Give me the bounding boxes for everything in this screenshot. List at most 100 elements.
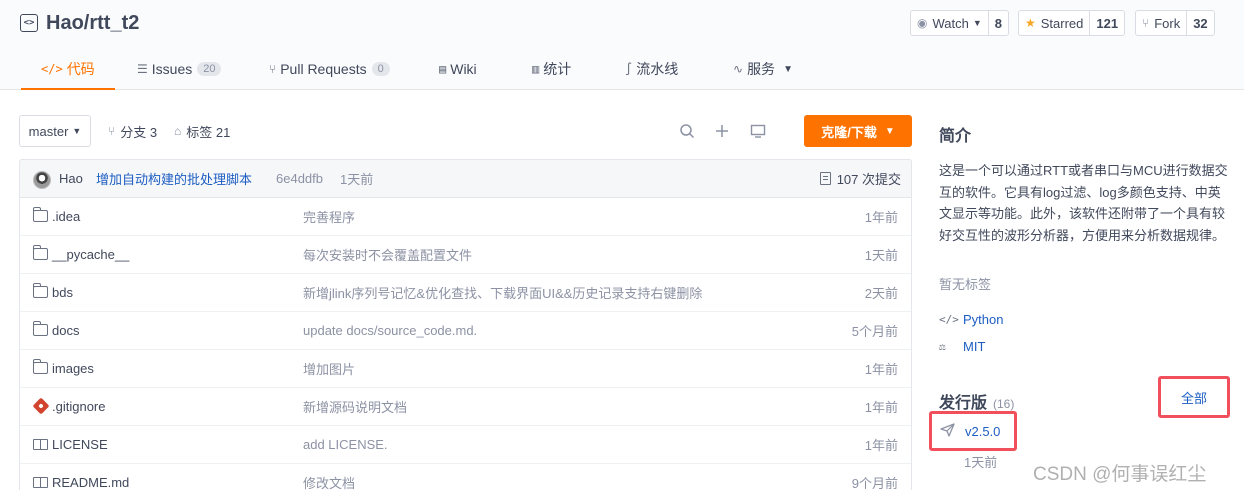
watch-count[interactable]: 8 [989, 11, 1008, 35]
clone-download-button[interactable]: 克隆/下载 ▼ [804, 115, 912, 147]
branch-label: master [28, 123, 69, 139]
star-count[interactable]: 121 [1090, 11, 1124, 35]
file-commit-message[interactable]: 新增jlink序列号记忆&优化查找、下载界面UI&&历史记录支持右键删除 [303, 283, 702, 302]
file-commit-message[interactable]: 每次安装时不会覆盖配置文件 [303, 245, 472, 264]
watch-label: Watch [932, 15, 969, 31]
code-repo-icon: <> [20, 14, 38, 32]
tab-issues[interactable]: ☰ Issues 20 [137, 48, 222, 90]
file-name[interactable]: LICENSE [52, 437, 108, 452]
commit-sha[interactable]: 6e4ddfb [276, 171, 323, 186]
file-time: 1年前 [864, 400, 898, 415]
file-time: 1年前 [864, 210, 898, 225]
watermark: CSDN @何事误红尘 [1033, 464, 1207, 485]
commit-count-link[interactable]: 107 次提交 [819, 169, 901, 188]
commit-message[interactable]: 增加自动构建的批处理脚本 [96, 169, 252, 188]
file-name[interactable]: bds [52, 285, 73, 300]
search-icon[interactable] [677, 121, 697, 141]
tag-icon: ⌂ [174, 124, 182, 138]
no-tags-text: 暂无标签 [939, 277, 992, 292]
table-row[interactable]: images 增加图片 1年前 [20, 350, 911, 388]
fork-icon: ⑂ [1142, 16, 1150, 30]
table-row[interactable]: .idea 完善程序 1年前 [20, 198, 911, 236]
file-commit-message[interactable]: 新增源码说明文档 [303, 397, 407, 416]
file-name[interactable]: docs [52, 323, 79, 338]
repo-name[interactable]: Hao/rtt_t2 [46, 12, 139, 35]
fork-label: Fork [1154, 15, 1181, 31]
table-row[interactable]: __pycache__ 每次安装时不会覆盖配置文件 1天前 [20, 236, 911, 274]
release-version: v2.5.0 [965, 423, 1001, 439]
tab-issues-label: Issues [151, 61, 193, 77]
bar-chart-icon: ▥ [532, 62, 540, 76]
file-name[interactable]: .idea [52, 209, 80, 224]
file-name[interactable]: README.md [52, 475, 129, 490]
issues-icon: ☰ [137, 62, 148, 76]
eye-icon: ◉ [917, 16, 928, 30]
branch-icon: ⑂ [108, 124, 116, 138]
license-label: MIT [963, 338, 986, 354]
star-group: ★ Starred 121 [1018, 10, 1126, 36]
pipeline-icon: ∫ [625, 62, 633, 76]
watch-group: ◉ Watch ▼ 8 [910, 10, 1009, 36]
star-icon: ★ [1025, 16, 1036, 30]
chevron-down-icon: ▼ [72, 126, 82, 136]
release-time: 1天前 [964, 455, 998, 470]
pull-request-icon: ⑂ [269, 62, 277, 76]
file-commit-message[interactable]: 增加图片 [303, 359, 355, 378]
branches-label: 分支 3 [120, 124, 158, 140]
branch-select[interactable]: master ▼ [19, 115, 91, 147]
releases-count: (16) [993, 397, 1015, 411]
repo-title: <> Hao/rtt_t2 [20, 8, 139, 38]
file-commit-message[interactable]: 修改文档 [303, 473, 355, 490]
avatar[interactable] [33, 171, 51, 189]
chevron-down-icon: ▼ [884, 125, 895, 137]
add-icon[interactable] [712, 121, 732, 141]
table-row[interactable]: docs update docs/source_code.md. 5个月前 [20, 312, 911, 350]
file-commit-message[interactable]: add LICENSE. [303, 437, 388, 452]
tab-code[interactable]: </> 代码 [21, 48, 115, 90]
pulse-icon: ∿ [733, 62, 744, 76]
file-time: 9个月前 [851, 476, 898, 490]
repo-description: 这是一个可以通过RTT或者串口与MCU进行数据交互的软件。它具有log过滤、lo… [939, 163, 1228, 243]
file-time: 1年前 [864, 362, 898, 377]
tab-pull-requests[interactable]: ⑂ Pull Requests 0 [269, 48, 390, 90]
monitor-icon[interactable] [748, 121, 768, 141]
commit-count: 107 次提交 [836, 172, 901, 187]
fork-count[interactable]: 32 [1187, 11, 1213, 35]
tab-stats[interactable]: ▥ 统计 [532, 48, 571, 90]
pr-badge: 0 [371, 62, 390, 76]
file-name[interactable]: images [52, 361, 94, 376]
file-commit-message[interactable]: 完善程序 [303, 207, 355, 226]
file-commit-message[interactable]: update docs/source_code.md. [303, 323, 477, 338]
releases-title-text: 发行版 [939, 395, 988, 412]
tags-link[interactable]: ⌂ 标签 21 [174, 115, 230, 147]
table-row[interactable]: LICENSE add LICENSE. 1年前 [20, 426, 911, 464]
tab-wiki-label: Wiki [450, 61, 477, 77]
releases-title: 发行版 (16) [939, 389, 1014, 413]
license-link[interactable]: ⚖ MIT [939, 337, 985, 355]
watch-button[interactable]: ◉ Watch ▼ [911, 11, 989, 35]
all-releases-link[interactable]: 全部 [1158, 376, 1230, 418]
intro-title: 简介 [939, 128, 972, 145]
latest-release[interactable]: v2.5.0 [929, 411, 1017, 451]
book-icon: ▤ [439, 62, 447, 76]
star-button[interactable]: ★ Starred [1019, 11, 1091, 35]
tags-label: 标签 21 [186, 124, 231, 140]
star-label: Starred [1040, 15, 1084, 31]
tab-wiki[interactable]: ▤ Wiki [439, 48, 477, 90]
tab-pipeline[interactable]: ∫ 流水线 [625, 48, 678, 90]
file-name[interactable]: .gitignore [52, 399, 105, 414]
commit-author[interactable]: Hao [59, 171, 83, 186]
table-row[interactable]: README.md 修改文档 9个月前 [20, 464, 911, 490]
fork-button[interactable]: ⑂ Fork [1136, 11, 1188, 35]
file-time: 1年前 [864, 438, 898, 453]
branches-link[interactable]: ⑂ 分支 3 [108, 115, 157, 147]
chevron-down-icon: ▼ [783, 63, 793, 75]
send-icon [940, 422, 955, 440]
table-row[interactable]: bds 新增jlink序列号记忆&优化查找、下载界面UI&&历史记录支持右键删除… [20, 274, 911, 312]
table-row[interactable]: .gitignore 新增源码说明文档 1年前 [20, 388, 911, 426]
language-label: Python [963, 311, 1004, 327]
language-link[interactable]: </> Python [939, 310, 1003, 328]
code-icon: </> [41, 62, 63, 76]
tab-services[interactable]: ∿ 服务 ▼ [733, 48, 793, 90]
file-name[interactable]: __pycache__ [52, 247, 129, 262]
